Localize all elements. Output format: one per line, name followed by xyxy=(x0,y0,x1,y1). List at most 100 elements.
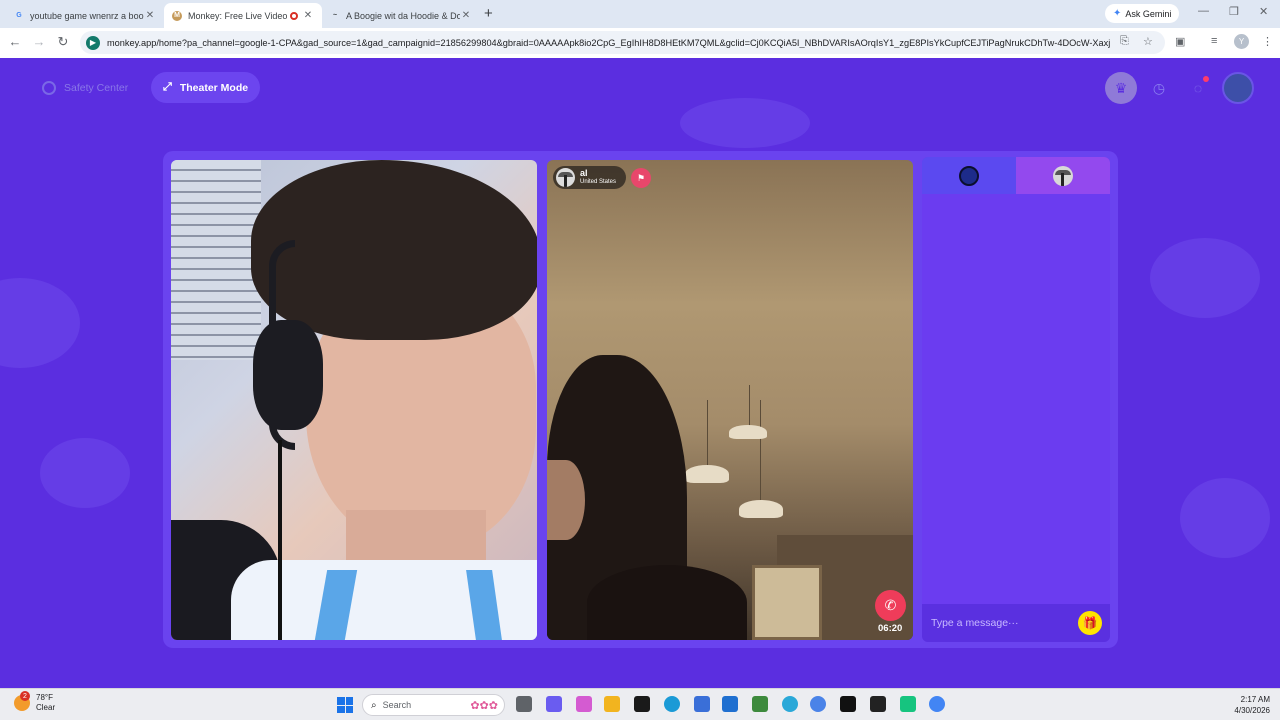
system-clock[interactable]: 2:17 AM 4/30/2026 xyxy=(1222,694,1270,716)
background-blob xyxy=(0,278,80,368)
weather-badge: 2 xyxy=(20,691,30,701)
split-view-icon[interactable]: ▣ xyxy=(1175,35,1185,48)
report-flag-icon[interactable]: ⚑ xyxy=(631,168,651,188)
install-app-icon[interactable]: ⎘ xyxy=(1120,35,1129,48)
weather-sun-icon: 2 xyxy=(14,691,30,711)
tab-title: A Boogie wit da Hoodie & Don xyxy=(346,10,460,21)
theater-mode-label: Theater Mode xyxy=(179,81,249,94)
chat-tab-self[interactable] xyxy=(922,157,1016,194)
clock-date: 4/30/2026 xyxy=(1234,706,1270,715)
tab-youtube-search[interactable]: G youtube game wnenrz a boogie ✕ xyxy=(6,3,164,28)
chat-input-bar: 🎁 xyxy=(922,604,1110,642)
vpn-icon[interactable] xyxy=(752,696,768,712)
remote-user-country: United States xyxy=(580,179,617,185)
expand-icon: ⤢ xyxy=(163,81,172,93)
lamp-cord xyxy=(707,400,708,470)
headphone-earcup xyxy=(253,320,323,430)
safety-center-label: Safety Center xyxy=(64,81,129,94)
profile-avatar[interactable]: Y xyxy=(1234,34,1249,49)
chat-panel: 🎁 xyxy=(922,157,1110,642)
history-clock-icon[interactable]: ◷ xyxy=(1143,72,1175,104)
store-icon[interactable] xyxy=(694,696,710,712)
address-bar[interactable]: ▶ monkey.app/home?pa_channel=google-1-CP… xyxy=(80,31,1165,54)
ask-gemini-button[interactable]: ✦ Ask Gemini xyxy=(1105,4,1180,23)
user-avatar[interactable] xyxy=(1222,72,1254,104)
reload-icon[interactable]: ↻ xyxy=(55,34,71,50)
windows-taskbar: 2 78°F Clear ⌕ Search ✿✿✿ 2:17 AM 4/30/2… xyxy=(0,688,1280,720)
lamp-cord xyxy=(760,400,761,500)
headphone-wire xyxy=(278,440,282,640)
remote-user-name: al xyxy=(580,168,588,178)
start-windows-icon[interactable] xyxy=(337,697,353,713)
minimize-icon[interactable]: — xyxy=(1198,5,1209,17)
google-favicon-icon: G xyxy=(16,12,22,19)
forward-icon[interactable]: → xyxy=(31,34,47,49)
chrome-profile-icon[interactable] xyxy=(810,696,826,712)
bookmark-star-icon[interactable]: ☆ xyxy=(1143,35,1153,48)
search-label: Search xyxy=(382,700,412,710)
browser-toolbar: ← → ↻ ▶ monkey.app/home?pa_channel=googl… xyxy=(0,28,1280,58)
site-info-icon[interactable]: ▶ xyxy=(86,35,100,50)
file-explorer-icon[interactable] xyxy=(604,696,620,712)
close-tab-icon[interactable]: ✕ xyxy=(460,10,472,21)
messages-icon[interactable]: ◌ xyxy=(1182,72,1214,104)
close-tab-icon[interactable]: ✕ xyxy=(302,10,314,21)
notification-dot xyxy=(1203,76,1209,82)
background-blob xyxy=(1180,478,1270,558)
edge-icon[interactable] xyxy=(664,696,680,712)
app-icon[interactable] xyxy=(782,696,798,712)
background-blob xyxy=(1150,238,1260,318)
address-url[interactable]: monkey.app/home?pa_channel=google-1-CPA&… xyxy=(107,38,1110,48)
background-blob xyxy=(680,98,810,148)
media-controls-icon[interactable]: ≡ xyxy=(1211,35,1217,47)
teams-icon[interactable] xyxy=(546,696,562,712)
chrome-icon[interactable] xyxy=(929,696,945,712)
pendant-lamp xyxy=(739,500,783,518)
search-icon: ⌕ xyxy=(371,699,377,711)
shelf xyxy=(752,565,822,640)
shield-icon xyxy=(42,80,56,95)
recording-icon xyxy=(290,11,298,20)
android-app-icon[interactable] xyxy=(900,696,916,712)
tab-a-boogie[interactable]: ~ A Boogie wit da Hoodie & Don ✕ xyxy=(322,3,480,28)
pendant-lamp xyxy=(685,465,729,483)
outlook-icon[interactable] xyxy=(722,696,738,712)
tab-title: Monkey: Free Live Video Ch xyxy=(188,10,290,21)
window-blinds xyxy=(171,160,261,360)
task-view-icon[interactable] xyxy=(516,696,532,712)
lamp-cord xyxy=(749,385,750,430)
gift-icon[interactable]: 🎁 xyxy=(1078,611,1102,635)
browser-tab-strip: G youtube game wnenrz a boogie ✕ M Monke… xyxy=(0,0,1280,28)
remote-user-avatar xyxy=(556,168,575,187)
face xyxy=(547,460,585,540)
close-tab-icon[interactable]: ✕ xyxy=(144,10,156,21)
taskbar-search[interactable]: ⌕ Search ✿✿✿ xyxy=(362,694,505,716)
crown-icon[interactable]: ♛ xyxy=(1105,72,1137,104)
tab-monkey[interactable]: M Monkey: Free Live Video Ch ✕ xyxy=(164,3,322,28)
remote-avatar xyxy=(1053,165,1073,186)
shoulder xyxy=(587,565,747,640)
chat-tab-remote[interactable] xyxy=(1016,157,1110,194)
tab-title: youtube game wnenrz a boogie xyxy=(30,10,144,21)
call-stage: al United States ⚑ ✆ 06:20 🎁 xyxy=(163,151,1118,648)
nvidia-icon[interactable] xyxy=(634,696,650,712)
theater-mode-button[interactable]: ⤢ Theater Mode xyxy=(151,72,261,103)
copilot-icon[interactable] xyxy=(576,696,592,712)
clock-time: 2:17 AM xyxy=(1240,695,1270,704)
safety-center-button[interactable]: Safety Center xyxy=(30,72,140,103)
clipchamp-icon[interactable] xyxy=(870,696,886,712)
close-window-icon[interactable]: ✕ xyxy=(1259,5,1268,18)
weather-widget[interactable]: 2 78°F Clear xyxy=(14,691,55,713)
chat-message-input[interactable] xyxy=(931,617,1071,629)
call-timer: 06:20 xyxy=(878,623,903,634)
background-blob xyxy=(40,438,130,508)
menu-kebab-icon[interactable]: ⋮ xyxy=(1262,35,1273,48)
local-video xyxy=(171,160,537,640)
end-call-button[interactable]: ✆ xyxy=(875,590,906,621)
restore-icon[interactable]: ❐ xyxy=(1229,5,1239,18)
back-icon[interactable]: ← xyxy=(7,34,23,49)
remote-video: al United States ⚑ ✆ 06:20 xyxy=(547,160,913,640)
remote-user-badge[interactable]: al United States xyxy=(553,166,627,189)
monkey-app-icon[interactable] xyxy=(840,696,856,712)
new-tab-button[interactable]: + xyxy=(484,5,493,22)
